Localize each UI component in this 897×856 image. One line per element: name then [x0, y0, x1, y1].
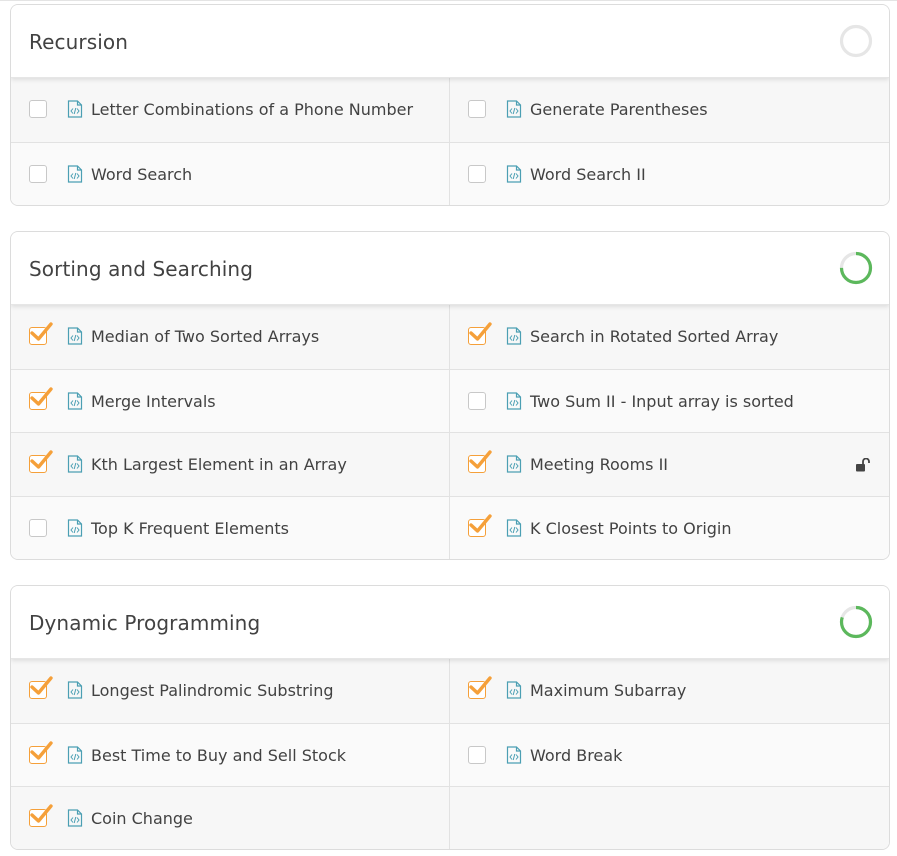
problem-title[interactable]: Merge Intervals — [91, 370, 216, 434]
checkmark-icon — [30, 386, 53, 406]
problem-title[interactable]: Word Break — [530, 724, 622, 788]
checkbox[interactable] — [29, 100, 47, 118]
problem-item[interactable]: Word Break — [450, 722, 889, 788]
checkbox[interactable] — [468, 745, 486, 764]
checkmark-icon — [30, 676, 53, 695]
problem-grid: Letter Combinations of a Phone Number Gen… — [11, 78, 889, 205]
problem-item[interactable]: Median of Two Sorted Arrays — [11, 305, 450, 369]
code-file-icon — [67, 327, 83, 345]
problem-item[interactable]: Kth Largest Element in an Array — [11, 432, 450, 496]
problem-item[interactable]: Best Time to Buy and Sell Stock — [11, 722, 450, 788]
checkmark-icon — [469, 513, 492, 533]
checked-checkbox[interactable] — [468, 676, 492, 699]
code-file-icon — [67, 100, 83, 118]
problem-title[interactable]: Search in Rotated Sorted Array — [530, 305, 778, 369]
code-file-icon — [67, 518, 83, 537]
problem-title[interactable]: Word Search — [91, 143, 192, 206]
unlocked-padlock-icon — [856, 458, 870, 472]
section-header[interactable]: Sorting and Searching — [11, 232, 889, 305]
checkmark-icon — [30, 450, 53, 469]
checkmark-icon — [469, 322, 492, 341]
checkbox[interactable] — [468, 391, 486, 410]
problem-item[interactable]: Word Search II — [450, 141, 889, 206]
code-file-icon — [506, 681, 522, 699]
section-sorting-and-searching: Sorting and Searching Median of Two Sort… — [10, 231, 890, 560]
problem-item[interactable]: K Closest Points to Origin — [450, 495, 889, 560]
problem-item[interactable]: Longest Palindromic Substring — [11, 659, 450, 723]
code-file-icon — [67, 681, 83, 699]
code-file-icon — [506, 518, 522, 537]
checked-checkbox[interactable] — [468, 513, 492, 537]
problem-title[interactable]: Maximum Subarray — [530, 659, 686, 723]
empty-cell — [450, 786, 889, 849]
checkmark-icon — [30, 322, 53, 341]
problem-item[interactable]: Coin Change — [11, 786, 450, 849]
problem-item[interactable]: Meeting Rooms II — [450, 432, 889, 496]
checkmark-icon — [469, 450, 492, 469]
problem-title[interactable]: Coin Change — [91, 787, 193, 849]
code-file-icon — [506, 455, 522, 473]
checked-checkbox[interactable] — [468, 450, 492, 473]
checkmark-icon — [30, 740, 53, 760]
code-file-icon — [506, 164, 522, 183]
section-recursion: Recursion Letter Combinations of a Phone… — [10, 4, 890, 206]
checkbox[interactable] — [29, 164, 47, 183]
problem-title[interactable]: Two Sum II - Input array is sorted — [530, 370, 794, 434]
code-file-icon — [67, 391, 83, 410]
section-title: Dynamic Programming — [29, 611, 261, 635]
problem-title[interactable]: Longest Palindromic Substring — [91, 659, 334, 723]
problem-grid: Median of Two Sorted Arrays Search in Rot… — [11, 305, 889, 559]
problem-item[interactable]: Search in Rotated Sorted Array — [450, 305, 889, 369]
code-file-icon — [506, 745, 522, 764]
checked-checkbox[interactable] — [29, 740, 53, 764]
checkmark-icon — [30, 804, 53, 823]
top-divider — [0, 0, 897, 1]
code-file-icon — [67, 455, 83, 473]
problem-title[interactable]: Median of Two Sorted Arrays — [91, 305, 319, 369]
problem-item[interactable]: Two Sum II - Input array is sorted — [450, 368, 889, 434]
checked-checkbox[interactable] — [29, 804, 53, 827]
checked-checkbox[interactable] — [29, 676, 53, 699]
problem-item[interactable]: Merge Intervals — [11, 368, 450, 434]
problem-item[interactable]: Word Search — [11, 141, 450, 206]
progress-ring-icon — [839, 24, 873, 58]
problem-item[interactable]: Maximum Subarray — [450, 659, 889, 723]
checked-checkbox[interactable] — [29, 450, 53, 473]
code-file-icon — [506, 327, 522, 345]
problem-title[interactable]: Top K Frequent Elements — [91, 497, 289, 560]
code-file-icon — [67, 164, 83, 183]
problem-item[interactable]: Letter Combinations of a Phone Number — [11, 78, 450, 142]
problem-title[interactable]: Meeting Rooms II — [530, 433, 668, 497]
section-title: Sorting and Searching — [29, 257, 254, 281]
section-title: Recursion — [29, 30, 128, 54]
code-file-icon — [506, 100, 522, 118]
problem-grid: Longest Palindromic Substring Maximum Sub… — [11, 659, 889, 849]
problem-list-page: Recursion Letter Combinations of a Phone… — [0, 0, 897, 856]
checked-checkbox[interactable] — [29, 322, 53, 345]
progress-ring-icon — [839, 605, 873, 639]
section-dynamic-programming: Dynamic Programming Longest Palindromic … — [10, 585, 890, 850]
problem-title[interactable]: Letter Combinations of a Phone Number — [91, 78, 413, 142]
problem-item[interactable]: Generate Parentheses — [450, 78, 889, 142]
problem-title[interactable]: K Closest Points to Origin — [530, 497, 732, 560]
checkbox[interactable] — [29, 518, 47, 537]
section-header[interactable]: Recursion — [11, 5, 889, 78]
checked-checkbox[interactable] — [29, 386, 53, 410]
problem-title[interactable]: Generate Parentheses — [530, 78, 708, 142]
progress-ring-icon — [839, 251, 873, 285]
problem-title[interactable]: Best Time to Buy and Sell Stock — [91, 724, 346, 788]
problem-item[interactable]: Top K Frequent Elements — [11, 495, 450, 560]
checked-checkbox[interactable] — [468, 322, 492, 345]
checkbox[interactable] — [468, 164, 486, 183]
section-header[interactable]: Dynamic Programming — [11, 586, 889, 659]
code-file-icon — [67, 745, 83, 764]
problem-title[interactable]: Kth Largest Element in an Array — [91, 433, 347, 497]
checkbox[interactable] — [468, 100, 486, 118]
code-file-icon — [506, 391, 522, 410]
code-file-icon — [67, 809, 83, 827]
problem-title[interactable]: Word Search II — [530, 143, 646, 206]
checkmark-icon — [469, 676, 492, 695]
